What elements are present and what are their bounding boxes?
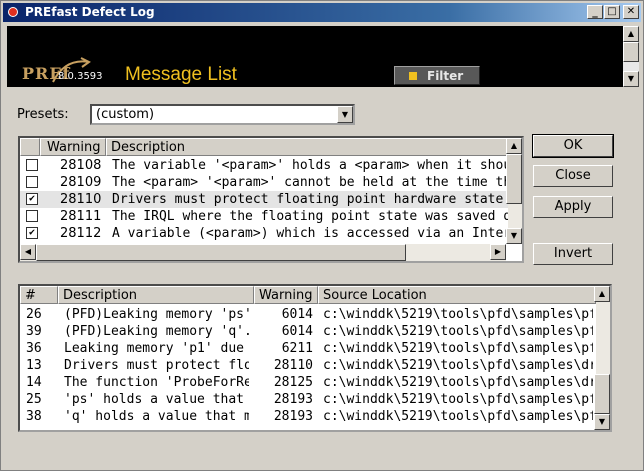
scroll-up-icon[interactable]: ▲ [594, 286, 610, 302]
chevron-down-icon[interactable]: ▼ [337, 106, 353, 123]
message-description: (PFD)Leaking memory 'ps'. [64, 307, 249, 322]
message-warning: 6014 [281, 307, 313, 322]
message-description: The function 'ProbeForRe... [64, 375, 249, 390]
apply-button[interactable]: Apply [533, 196, 613, 218]
window-title: PREfast Defect Log [25, 5, 155, 19]
column-header-warning[interactable]: Warning [40, 138, 106, 156]
checkbox[interactable] [26, 210, 38, 222]
warning-row[interactable]: ✔ 28110 Drivers must protect floating po… [20, 191, 508, 208]
maximize-button[interactable]: □ [604, 5, 620, 19]
scroll-up-icon[interactable]: ▲ [623, 26, 639, 42]
scroll-down-icon[interactable]: ▼ [594, 414, 610, 430]
checkbox-checked-icon[interactable]: ✔ [26, 227, 38, 239]
checkbox[interactable] [26, 159, 38, 171]
message-warning: 28110 [273, 358, 313, 373]
checkbox-checked-icon[interactable]: ✔ [26, 193, 38, 205]
prefast-window: PREfast Defect Log _ □ ✕ PREf 8.0.3593 M… [0, 0, 644, 471]
warning-row[interactable]: 28111 The IRQL where the floating point … [20, 208, 508, 225]
message-list[interactable]: # Description Warning Source Location 26… [18, 284, 612, 432]
message-source: c:\winddk\5219\tools\pfd\samples\dr... [323, 358, 593, 373]
column-header-description[interactable]: Description [58, 286, 254, 304]
minimize-button[interactable]: _ [587, 5, 603, 19]
banner-scrollbar[interactable]: ▲ ▼ [623, 26, 639, 87]
column-header-warning[interactable]: Warning [254, 286, 318, 304]
message-row[interactable]: 14 The function 'ProbeForRe... 28125 c:\… [20, 374, 596, 391]
message-description: 'q' holds a value that mu... [64, 409, 249, 424]
message-row[interactable]: 26 (PFD)Leaking memory 'ps'. 6014 c:\win… [20, 306, 596, 323]
close-button[interactable]: Close [533, 165, 613, 187]
warning-description: The IRQL where the floating point state … [112, 209, 508, 224]
message-warning: 6014 [281, 324, 313, 339]
message-description: 'ps' holds a value that m... [64, 392, 249, 407]
warning-description: A variable (<param>) which is accessed v… [112, 226, 508, 241]
scroll-thumb[interactable] [623, 42, 639, 62]
scroll-thumb[interactable] [36, 244, 406, 261]
scroll-up-icon[interactable]: ▲ [506, 138, 522, 154]
message-source: c:\winddk\5219\tools\pfd\samples\pf... [323, 392, 593, 407]
scroll-right-icon[interactable]: ▶ [490, 244, 506, 260]
message-number: 13 [26, 358, 42, 373]
message-description: Drivers must protect floa... [64, 358, 249, 373]
scroll-left-icon[interactable]: ◀ [20, 244, 36, 260]
message-warning: 28125 [273, 375, 313, 390]
title-bar[interactable]: PREfast Defect Log _ □ ✕ [3, 3, 641, 22]
message-number: 25 [26, 392, 42, 407]
warning-number: 28108 [60, 158, 102, 173]
column-header-description[interactable]: Description [106, 138, 508, 156]
filter-button[interactable]: Filter [394, 66, 480, 85]
close-window-button[interactable]: ✕ [623, 5, 639, 19]
message-source: c:\winddk\5219\tools\pfd\samples\pf... [323, 307, 593, 322]
message-source: c:\winddk\5219\tools\pfd\samples\pf... [323, 341, 593, 356]
scroll-down-icon[interactable]: ▼ [623, 71, 639, 87]
message-row[interactable]: 39 (PFD)Leaking memory 'q'. 6014 c:\wind… [20, 323, 596, 340]
warning-row[interactable]: 28108 The variable '<param>' holds a <pa… [20, 157, 508, 174]
column-header-source-location[interactable]: Source Location [318, 286, 596, 304]
message-source: c:\winddk\5219\tools\pfd\samples\pf... [323, 324, 593, 339]
warning-list[interactable]: Warning Description 28108 The variable '… [18, 136, 524, 263]
version-label: 8.0.3593 [58, 71, 103, 82]
message-number: 36 [26, 341, 42, 356]
warning-row[interactable]: 28109 The <param> '<param>' cannot be he… [20, 174, 508, 191]
message-source: c:\winddk\5219\tools\pfd\samples\pf... [323, 409, 593, 424]
message-warning: 28193 [273, 409, 313, 424]
scroll-down-icon[interactable]: ▼ [506, 228, 522, 244]
checkbox[interactable] [26, 176, 38, 188]
message-description: Leaking memory 'p1' due ... [64, 341, 249, 356]
warning-description: The <param> '<param>' cannot be held at … [112, 175, 508, 190]
invert-button[interactable]: Invert [533, 243, 613, 265]
ok-button[interactable]: OK [532, 134, 614, 158]
message-row[interactable]: 38 'q' holds a value that mu... 28193 c:… [20, 408, 596, 425]
presets-label: Presets: [17, 107, 69, 122]
message-row[interactable]: 36 Leaking memory 'p1' due ... 6211 c:\w… [20, 340, 596, 357]
column-header-number[interactable]: # [20, 286, 58, 304]
message-source: c:\winddk\5219\tools\pfd\samples\dr... [323, 375, 593, 390]
message-number: 26 [26, 307, 42, 322]
message-warning: 28193 [273, 392, 313, 407]
app-icon [8, 7, 18, 17]
column-header-check[interactable] [20, 138, 40, 156]
message-warning: 6211 [281, 341, 313, 356]
warning-number: 28111 [60, 209, 102, 224]
warning-description: Drivers must protect floating point hard… [112, 192, 508, 207]
warning-number: 28109 [60, 175, 102, 190]
warning-number: 28110 [60, 192, 102, 207]
page-title: Message List [125, 64, 237, 85]
scroll-thumb[interactable] [594, 374, 610, 414]
warning-row[interactable]: ✔ 28112 A variable (<param>) which is ac… [20, 225, 508, 242]
warning-number: 28112 [60, 226, 102, 241]
scroll-thumb[interactable] [506, 154, 522, 204]
message-row[interactable]: 25 'ps' holds a value that m... 28193 c:… [20, 391, 596, 408]
filter-icon [409, 72, 417, 80]
filter-label: Filter [427, 69, 464, 83]
message-number: 38 [26, 409, 42, 424]
warning-description: The variable '<param>' holds a <param> w… [112, 158, 508, 173]
presets-dropdown[interactable]: (custom) ▼ [90, 104, 355, 125]
presets-value: (custom) [96, 107, 155, 122]
message-number: 39 [26, 324, 42, 339]
message-row[interactable]: 13 Drivers must protect floa... 28110 c:… [20, 357, 596, 374]
message-number: 14 [26, 375, 42, 390]
message-description: (PFD)Leaking memory 'q'. [64, 324, 249, 339]
banner: PREf 8.0.3593 Message List Filter ▲ ▼ [7, 26, 639, 87]
